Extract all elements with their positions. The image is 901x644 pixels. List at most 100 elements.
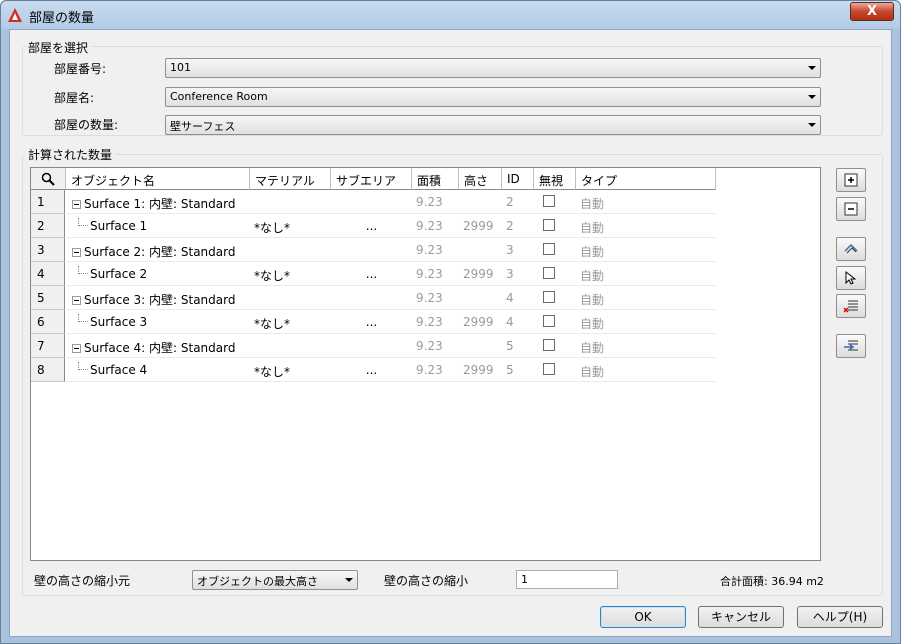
- cell-subarea[interactable]: [331, 334, 412, 358]
- cell-height[interactable]: [459, 238, 502, 262]
- cell-area[interactable]: 9.23: [412, 190, 459, 214]
- cell-id[interactable]: 4: [502, 310, 534, 334]
- cell-subarea[interactable]: ...: [331, 262, 412, 286]
- cell-material[interactable]: *なし*: [250, 262, 331, 286]
- cell-subarea[interactable]: ...: [331, 310, 412, 334]
- cell-material[interactable]: [250, 286, 331, 310]
- col-header-subarea[interactable]: サブエリア: [331, 168, 412, 190]
- close-button[interactable]: X: [850, 2, 894, 21]
- row-number[interactable]: 5: [31, 286, 65, 310]
- cell-object-name[interactable]: Surface 3: [66, 310, 250, 334]
- help-button[interactable]: ヘルプ(H): [797, 606, 883, 628]
- ignore-checkbox[interactable]: [543, 243, 555, 255]
- cell-height[interactable]: [459, 190, 502, 214]
- cell-id[interactable]: 5: [502, 334, 534, 358]
- row-number[interactable]: 1: [31, 190, 65, 214]
- cell-height[interactable]: 2999: [459, 358, 502, 382]
- cell-height[interactable]: [459, 286, 502, 310]
- cell-id[interactable]: 5: [502, 358, 534, 382]
- wall-height-scale-input[interactable]: 1: [516, 570, 618, 589]
- cell-area[interactable]: 9.23: [412, 358, 459, 382]
- ignore-checkbox[interactable]: [543, 315, 555, 327]
- cell-material[interactable]: [250, 190, 331, 214]
- cell-area[interactable]: 9.23: [412, 310, 459, 334]
- cell-type[interactable]: 自動: [576, 286, 716, 310]
- cell-type[interactable]: 自動: [576, 214, 716, 238]
- row-number[interactable]: 8: [31, 358, 65, 382]
- cell-area[interactable]: 9.23: [412, 214, 459, 238]
- tree-collapse-icon[interactable]: [72, 344, 81, 353]
- quantity-grid[interactable]: オブジェクト名 マテリアル サブエリア 面積 高さ ID 無視 タイプ 1 Sur…: [30, 167, 821, 561]
- row-number[interactable]: 3: [31, 238, 65, 262]
- row-number[interactable]: 4: [31, 262, 65, 286]
- cell-ignore[interactable]: [534, 358, 576, 382]
- cell-type[interactable]: 自動: [576, 334, 716, 358]
- ignore-checkbox[interactable]: [543, 267, 555, 279]
- grid-corner[interactable]: [31, 168, 66, 190]
- row-number[interactable]: 7: [31, 334, 65, 358]
- expand-all-button[interactable]: [836, 168, 866, 192]
- cell-height[interactable]: 2999: [459, 310, 502, 334]
- cell-id[interactable]: 4: [502, 286, 534, 310]
- cell-object-name[interactable]: Surface 4: 内壁: Standard: [66, 334, 250, 358]
- cell-subarea[interactable]: [331, 190, 412, 214]
- tree-collapse-icon[interactable]: [72, 248, 81, 257]
- ignore-checkbox[interactable]: [543, 339, 555, 351]
- cell-area[interactable]: 9.23: [412, 334, 459, 358]
- col-header-object-name[interactable]: オブジェクト名: [66, 168, 250, 190]
- cell-area[interactable]: 9.23: [412, 286, 459, 310]
- cell-ignore[interactable]: [534, 334, 576, 358]
- cell-object-name[interactable]: Surface 3: 内壁: Standard: [66, 286, 250, 310]
- cell-object-name[interactable]: Surface 2: 内壁: Standard: [66, 238, 250, 262]
- col-header-id[interactable]: ID: [502, 168, 534, 190]
- col-header-type[interactable]: タイプ: [576, 168, 716, 190]
- pick-button[interactable]: [836, 266, 866, 290]
- cell-height[interactable]: 2999: [459, 262, 502, 286]
- cell-id[interactable]: 3: [502, 238, 534, 262]
- cell-type[interactable]: 自動: [576, 358, 716, 382]
- delete-rows-button[interactable]: [836, 294, 866, 318]
- cell-area[interactable]: 9.23: [412, 262, 459, 286]
- cell-type[interactable]: 自動: [576, 238, 716, 262]
- cell-object-name[interactable]: Surface 1: [66, 214, 250, 238]
- cell-height[interactable]: [459, 334, 502, 358]
- cell-ignore[interactable]: [534, 262, 576, 286]
- ignore-checkbox[interactable]: [543, 195, 555, 207]
- cell-ignore[interactable]: [534, 214, 576, 238]
- col-header-material[interactable]: マテリアル: [250, 168, 331, 190]
- cell-material[interactable]: *なし*: [250, 310, 331, 334]
- select-objects-button[interactable]: [836, 237, 866, 261]
- ignore-checkbox[interactable]: [543, 363, 555, 375]
- cell-id[interactable]: 3: [502, 262, 534, 286]
- room-number-combo[interactable]: 101: [165, 58, 821, 78]
- cell-object-name[interactable]: Surface 2: [66, 262, 250, 286]
- cell-material[interactable]: *なし*: [250, 358, 331, 382]
- col-header-height[interactable]: 高さ: [459, 168, 502, 190]
- room-quantity-combo[interactable]: 壁サーフェス: [165, 115, 821, 135]
- cell-material[interactable]: *なし*: [250, 214, 331, 238]
- cell-ignore[interactable]: [534, 286, 576, 310]
- cell-type[interactable]: 自動: [576, 262, 716, 286]
- cell-object-name[interactable]: Surface 4: [66, 358, 250, 382]
- room-name-combo[interactable]: Conference Room: [165, 87, 821, 107]
- cell-material[interactable]: [250, 334, 331, 358]
- cell-ignore[interactable]: [534, 310, 576, 334]
- cell-object-name[interactable]: Surface 1: 内壁: Standard: [66, 190, 250, 214]
- cell-id[interactable]: 2: [502, 214, 534, 238]
- ignore-checkbox[interactable]: [543, 219, 555, 231]
- cell-type[interactable]: 自動: [576, 190, 716, 214]
- row-number[interactable]: 6: [31, 310, 65, 334]
- ok-button[interactable]: OK: [600, 606, 686, 628]
- cell-subarea[interactable]: [331, 238, 412, 262]
- cell-subarea[interactable]: ...: [331, 214, 412, 238]
- cell-ignore[interactable]: [534, 238, 576, 262]
- col-header-area[interactable]: 面積: [412, 168, 459, 190]
- cell-subarea[interactable]: [331, 286, 412, 310]
- collapse-all-button[interactable]: [836, 197, 866, 221]
- ignore-checkbox[interactable]: [543, 291, 555, 303]
- cancel-button[interactable]: キャンセル: [698, 606, 784, 628]
- cell-subarea[interactable]: ...: [331, 358, 412, 382]
- cell-height[interactable]: 2999: [459, 214, 502, 238]
- wall-height-source-combo[interactable]: オブジェクトの最大高さ: [192, 570, 358, 590]
- cell-area[interactable]: 9.23: [412, 238, 459, 262]
